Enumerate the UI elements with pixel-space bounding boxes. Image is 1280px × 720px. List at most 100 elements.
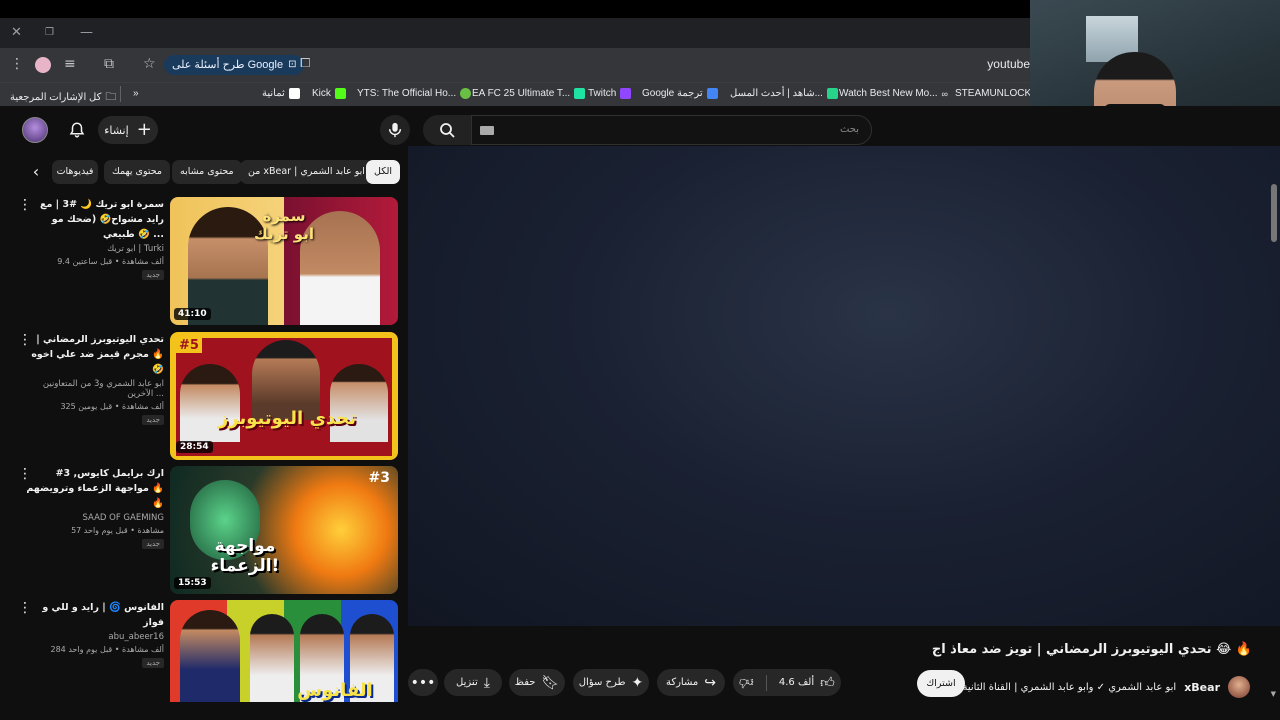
- view-meta: 9.4 ألف مشاهدة • قبل ساعتين: [57, 257, 164, 266]
- video-thumbnail[interactable]: #5 تحدي اليوتيوبرز 28:54: [170, 332, 398, 460]
- bookmark-eafc[interactable]: EA FC 25 Ultimate T...: [472, 88, 586, 99]
- bookmark-twitch[interactable]: Twitch: [588, 88, 632, 99]
- more-options-icon[interactable]: ⋮: [18, 601, 32, 615]
- account-avatar[interactable]: [22, 117, 48, 143]
- bookmarks-overflow-icon[interactable]: »: [133, 88, 139, 99]
- search-input[interactable]: بحث: [471, 115, 872, 145]
- notifications-bell-icon[interactable]: [66, 120, 88, 140]
- bookmark-kick[interactable]: Kick: [312, 88, 346, 99]
- new-badge: جديد: [142, 658, 164, 668]
- more-actions-button[interactable]: •••: [408, 669, 438, 696]
- minimize-window-icon[interactable]: —: [80, 25, 93, 40]
- chip-label: من xBear | ابو عابد الشمري: [248, 166, 365, 177]
- menu-dots-icon[interactable]: ⋮: [10, 57, 24, 71]
- video-title[interactable]: #3 ارك برايمل كايوس, مواجهة الزعماء وترو…: [24, 466, 164, 511]
- video-info: تحدي اليوتيوبرز الرمضاني | مجرم قيمز ضد …: [24, 332, 164, 425]
- sparkle-icon: ✦: [631, 674, 644, 691]
- new-badge: جديد: [142, 415, 164, 425]
- video-title[interactable]: تحدي اليوتيوبرز الرمضاني | مجرم قيمز ضد …: [24, 332, 164, 377]
- browser-toolbar: ⋮ ≡ ⧉ ☆ طرح أسئلة على Google ⊡ ⧠ youtube: [0, 48, 1030, 82]
- like-icon[interactable]: 👍︎: [820, 674, 835, 691]
- chip-label: محتوى يهمك: [112, 166, 162, 177]
- more-options-icon[interactable]: ⋮: [18, 333, 32, 347]
- chip-all[interactable]: الكل: [366, 160, 400, 184]
- scroll-down-arrow[interactable]: ▼: [1271, 690, 1276, 698]
- omnibox[interactable]: طرح أسئلة على Google ⊡ ⧠ youtube: [160, 53, 1030, 77]
- browser-tab-bar: ✕ ❐ —: [0, 18, 1030, 48]
- search-placeholder: بحث: [839, 124, 859, 135]
- bookmark-star-icon[interactable]: ☆: [143, 57, 156, 71]
- google-lens-pill[interactable]: طرح أسئلة على Google ⊡: [164, 55, 305, 75]
- youtube-page: ▲ ▼ إنشاء + بحث ‹ فيديوهات محتوى يهمك مح…: [0, 106, 1280, 720]
- bookmarks-bar: كل الإشارات المرجعية 🗀 » ثمانية Kick YTS…: [0, 82, 1045, 107]
- thumbnail-text: مواجهة الزعماء!: [210, 536, 280, 576]
- related-video[interactable]: الفانوس الفانوس 🌀 | رايد و للي و فواز ab…: [0, 600, 400, 702]
- channel-avatar[interactable]: [1228, 676, 1250, 698]
- related-video[interactable]: #3 مواجهة الزعماء! 15:53 #3 ارك برايمل ك…: [0, 466, 400, 594]
- video-player[interactable]: [408, 146, 1280, 626]
- voice-search-button[interactable]: [380, 115, 410, 145]
- bookmark-yts[interactable]: YTS: The Official Ho...: [357, 88, 472, 99]
- download-button[interactable]: تنزيل ⤓: [444, 669, 502, 696]
- save-button[interactable]: حفظ 🔖︎: [509, 669, 565, 696]
- video-title[interactable]: الفانوس 🌀 | رايد و للي و فواز: [24, 600, 164, 630]
- bookmark-label: EA FC 25 Ultimate T...: [472, 88, 571, 99]
- video-title[interactable]: سمرة ابو تريك 🌙 #3 | مع رايد مشواح🤣 (ضحك…: [24, 197, 164, 242]
- ask-button[interactable]: طرح سؤال ✦: [573, 669, 649, 696]
- extensions-icon[interactable]: ⧉: [104, 57, 114, 71]
- save-label: حفظ: [514, 677, 536, 688]
- mask-favicon: ∞: [941, 88, 948, 99]
- yts-favicon: [460, 88, 472, 99]
- chip-for-you[interactable]: محتوى يهمك: [104, 160, 170, 184]
- chips-scroll-left-icon[interactable]: ‹: [26, 162, 46, 182]
- close-window-icon[interactable]: ✕: [11, 25, 22, 40]
- chip-videos[interactable]: فيديوهات: [52, 160, 98, 184]
- video-thumbnail[interactable]: الفانوس: [170, 600, 398, 702]
- search-button[interactable]: [423, 115, 471, 145]
- channel-name[interactable]: abu_abeer16: [24, 632, 164, 642]
- bookmark-label: Google ترجمة: [642, 88, 703, 99]
- create-button[interactable]: إنشاء +: [98, 116, 158, 144]
- video-thumbnail[interactable]: #3 مواجهة الزعماء! 15:53: [170, 466, 398, 594]
- channel-name[interactable]: xBear: [1184, 681, 1220, 694]
- download-icon: ⤓: [483, 674, 490, 691]
- keyboard-icon[interactable]: [480, 126, 494, 135]
- bookmark-all[interactable]: كل الإشارات المرجعية 🗀: [10, 88, 116, 107]
- video-title: تحدي اليوتيوبرز الرمضاني | تويز ضد معاذ …: [931, 642, 1252, 657]
- more-options-icon[interactable]: ⋮: [18, 198, 32, 212]
- channel-name[interactable]: ابو تريك | Turki: [24, 244, 164, 254]
- channel-name[interactable]: SAAD OF GAEMING: [24, 513, 164, 523]
- install-app-icon[interactable]: ⧠: [300, 56, 310, 71]
- subscribe-button[interactable]: اشتراك: [917, 670, 965, 697]
- chip-related[interactable]: محتوى مشابه: [172, 160, 242, 184]
- futbin-favicon: [574, 88, 586, 99]
- url-text[interactable]: youtube: [987, 57, 1030, 71]
- camera-icon: ⊡: [288, 59, 297, 70]
- share-button[interactable]: مشاركة ↪: [657, 669, 725, 696]
- media-controls-icon[interactable]: ≡: [64, 57, 76, 71]
- collaborators-text[interactable]: | ابو عابد الشمري ✓ وابو عابد الشمري | ا…: [956, 682, 1176, 693]
- video-thumbnail[interactable]: سمرة ابو تريك 41:10: [170, 197, 398, 325]
- bookmark-thamanyah[interactable]: ثمانية: [262, 88, 300, 99]
- related-video[interactable]: #5 تحدي اليوتيوبرز 28:54 تحدي اليوتيوبرز…: [0, 332, 400, 460]
- chip-from-channel[interactable]: من xBear | ابو عابد الشمري: [240, 160, 373, 184]
- shahid-favicon: [826, 88, 838, 99]
- chip-label: محتوى مشابه: [180, 166, 234, 177]
- bookmark-icon: 🔖︎: [541, 674, 560, 691]
- person-left: [180, 364, 240, 442]
- dislike-icon[interactable]: 👍︎: [739, 674, 754, 691]
- like-count[interactable]: 4.6 ألف: [779, 677, 814, 688]
- duration-badge: 15:53: [174, 577, 211, 589]
- ask-label: طرح سؤال: [578, 677, 626, 688]
- bookmark-watch-movies[interactable]: Watch Best New Mo... ∞: [839, 88, 948, 99]
- related-video[interactable]: سمرة ابو تريك 41:10 سمرة ابو تريك 🌙 #3 |…: [0, 197, 400, 325]
- bookmark-shahid[interactable]: شاهد | أحدث المسل...: [730, 88, 838, 99]
- more-options-icon[interactable]: ⋮: [18, 467, 32, 481]
- channel-name[interactable]: ابو عابد الشمري و3 من المتعاونين الآخرين…: [24, 379, 164, 399]
- bookmark-label: Watch Best New Mo...: [839, 88, 938, 99]
- profile-avatar[interactable]: [35, 57, 51, 73]
- scrollbar-thumb[interactable]: [1271, 184, 1277, 242]
- restore-window-icon[interactable]: ❐: [45, 27, 54, 38]
- share-icon: ↪: [704, 674, 716, 691]
- bookmark-google-translate[interactable]: Google ترجمة: [642, 88, 718, 99]
